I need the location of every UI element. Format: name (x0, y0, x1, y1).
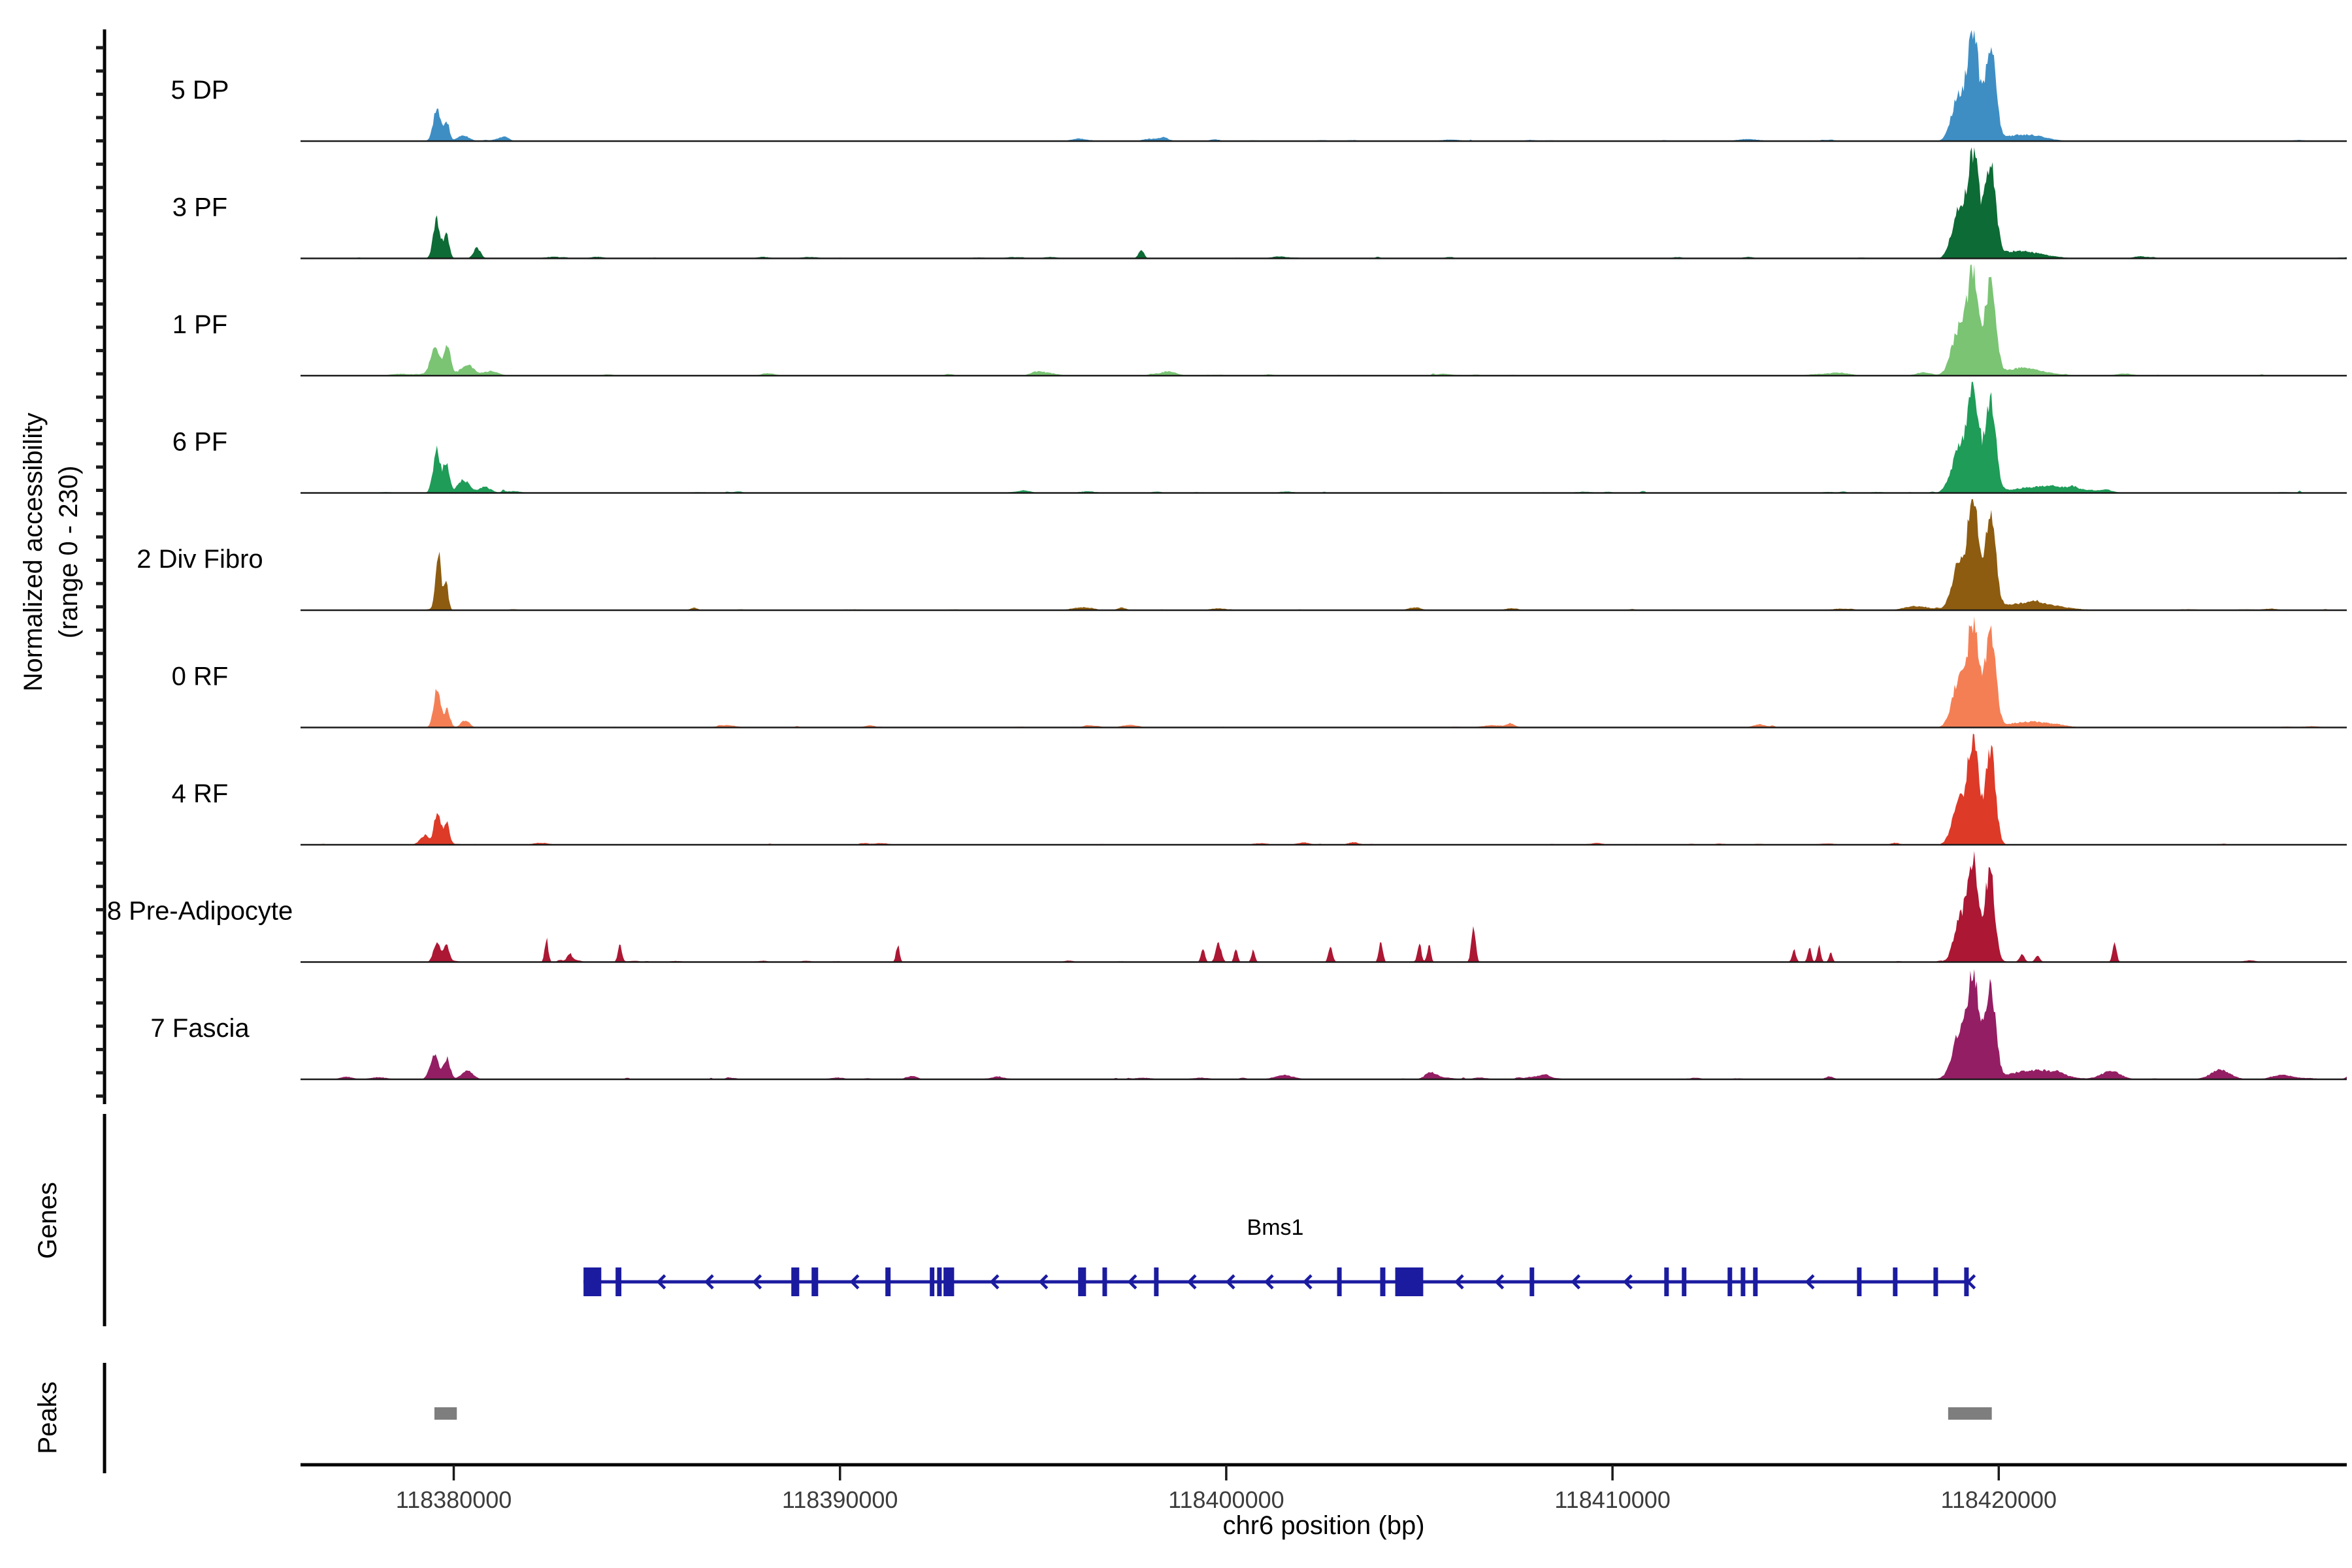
y-axis (96, 29, 106, 1104)
gene-exon (1102, 1267, 1107, 1296)
gene-exon (1753, 1267, 1758, 1296)
strand-arrow-left-icon (1966, 1274, 1976, 1290)
x-axis-tick-label: 118390000 (782, 1486, 898, 1513)
track-row: 3 PF (172, 147, 2347, 259)
track-label: 5 DP (171, 76, 229, 105)
called-peak-box (1948, 1407, 1992, 1420)
x-axis-tick-label: 118410000 (1554, 1486, 1671, 1513)
gene-exon (1078, 1267, 1086, 1296)
track-row: 6 PF (172, 382, 2347, 494)
gene-exon (1893, 1267, 1898, 1296)
coverage-area (301, 30, 2347, 141)
called-peak-box (434, 1407, 457, 1420)
track-row: 5 DP (171, 30, 2347, 142)
gene-exon (1337, 1267, 1342, 1296)
gene-exon (1857, 1267, 1862, 1296)
gene-exon (943, 1267, 955, 1296)
gene-model (583, 1267, 1976, 1296)
track-row: 8 Pre-Adipocyte (107, 851, 2347, 963)
gene-exon (791, 1267, 800, 1296)
coverage-area (301, 265, 2347, 376)
coverage-area (301, 969, 2347, 1079)
coverage-area (301, 616, 2347, 728)
gene-exon (1664, 1267, 1669, 1296)
track-label: 2 Div Fibro (137, 545, 263, 574)
track-row: 1 PF (172, 265, 2347, 377)
gene-exon (811, 1267, 819, 1296)
coverage-area (301, 499, 2347, 610)
x-axis-tick-label: 118380000 (396, 1486, 512, 1513)
gene-exon (1727, 1267, 1733, 1296)
coverage-plot-figure: Normalized accessibility (range 0 - 230)… (19, 29, 2347, 1540)
x-axis-tick-label: 118420000 (1941, 1486, 2057, 1513)
gene-exon (1395, 1267, 1424, 1296)
gene-exon (1740, 1267, 1746, 1296)
track-row: 0 RF (172, 616, 2347, 728)
y-axis-label-line1: Normalized accessibility (19, 413, 48, 692)
gene-exon (1933, 1267, 1938, 1296)
gene-exon (885, 1267, 891, 1296)
gene-exon (1154, 1267, 1159, 1296)
x-axis-ticks: 118380000 118390000 118400000 118410000 1184… (396, 1465, 2057, 1513)
coverage-area (301, 382, 2347, 493)
track-label: 3 PF (172, 193, 227, 222)
gene-name-label: Bms1 (1247, 1215, 1304, 1240)
gene-exon (1529, 1267, 1535, 1296)
gene-exon (1380, 1267, 1386, 1296)
coverage-area (301, 851, 2347, 962)
genes-section-label: Genes (33, 1182, 62, 1259)
peaks-section-label: Peaks (33, 1381, 62, 1454)
y-axis-label-line2: (range 0 - 230) (54, 466, 83, 639)
track-label: 0 RF (172, 662, 229, 691)
x-axis-title: chr6 position (bp) (1222, 1511, 1424, 1540)
track-label: 8 Pre-Adipocyte (107, 897, 293, 926)
track-label: 1 PF (172, 310, 227, 339)
track-label: 4 RF (172, 779, 229, 808)
gene-exon (937, 1267, 942, 1296)
gene-exon (583, 1267, 602, 1296)
gene-exon (615, 1267, 622, 1296)
gene-exon (930, 1267, 935, 1296)
track-row: 4 RF (172, 734, 2347, 846)
x-axis-tick-label: 118400000 (1168, 1486, 1284, 1513)
peak-boxes (434, 1407, 1992, 1420)
coverage-area (301, 147, 2347, 259)
track-label: 6 PF (172, 428, 227, 457)
track-label: 7 Fascia (150, 1014, 250, 1043)
gene-exon (1682, 1267, 1687, 1296)
track-row: 2 Div Fibro (137, 499, 2347, 612)
coverage-area (301, 734, 2347, 845)
signal-tracks: 5 DP 3 PF 1 PF 6 PF 2 Div Fibro 0 RF 4 RF 8 Pre… (107, 30, 2347, 1081)
track-row: 7 Fascia (150, 969, 2347, 1081)
